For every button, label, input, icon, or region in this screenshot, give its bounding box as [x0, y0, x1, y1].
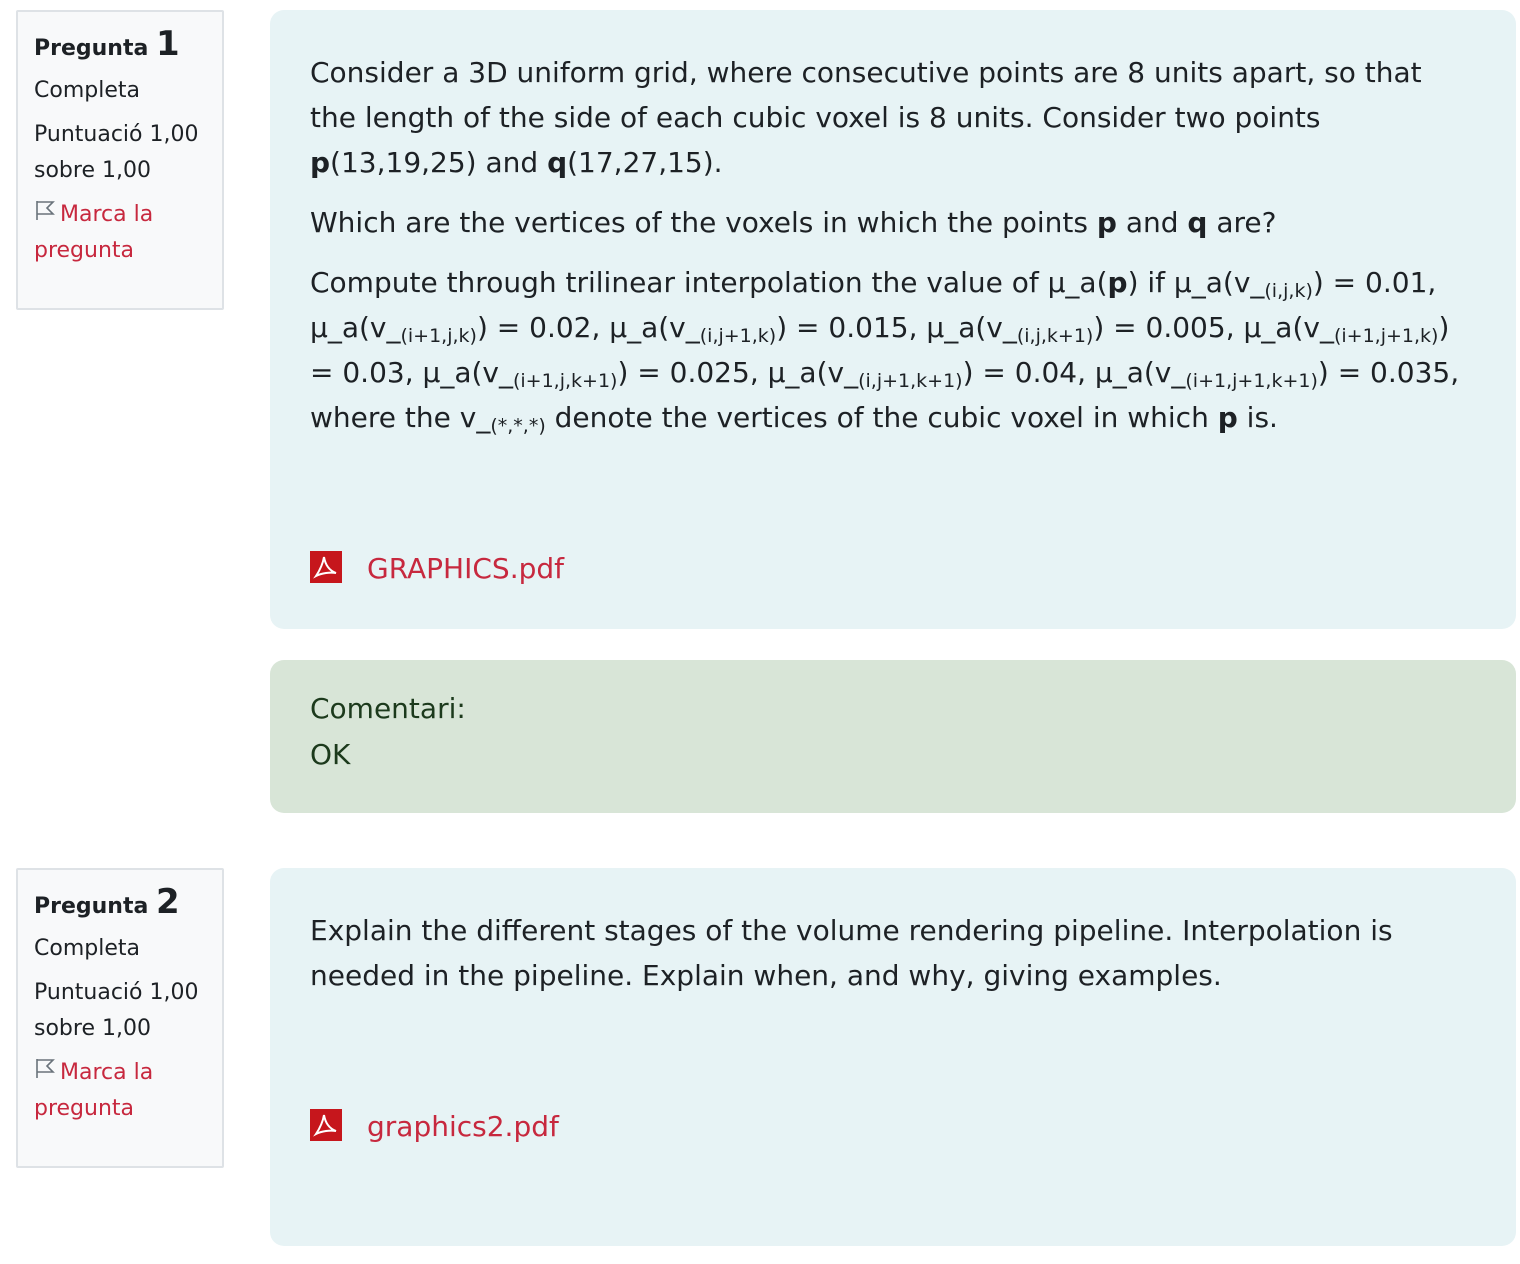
question-2-formulation: Explain the different stages of the volu… [270, 868, 1516, 1246]
question-1-state: Completa [34, 78, 140, 103]
question-1-attachment: GRAPHICS.pdf [310, 551, 564, 587]
question-1-flag-link[interactable]: Marca la pregunta [34, 197, 206, 269]
question-2-paragraph: Explain the different stages of the volu… [310, 914, 1393, 992]
question-1-paragraph-1: Consider a 3D uniform grid, where consec… [310, 56, 1422, 179]
flag-icon [34, 197, 56, 233]
pdf-icon [310, 1109, 367, 1145]
question-2-number: 2 [156, 882, 180, 922]
question-1-paragraph-3: Compute through trilinear interpolation … [310, 266, 1460, 437]
question-2-attachment: graphics2.pdf [310, 1109, 559, 1145]
question-1-paragraph-2: Which are the vertices of the voxels in … [310, 206, 1277, 239]
feedback-text: OK [310, 738, 351, 771]
question-1-text: Consider a 3D uniform grid, where consec… [310, 10, 1476, 440]
question-1-info: Pregunta 1 Completa Puntuació 1,00 sobre… [16, 10, 224, 310]
question-2-flag-link[interactable]: Marca la pregunta [34, 1055, 206, 1127]
question-1-number: 1 [156, 24, 180, 64]
question-2-title: Pregunta 2 [34, 882, 180, 922]
question-1-title: Pregunta 1 [34, 24, 180, 64]
flag-icon [34, 1055, 56, 1091]
question-1-formulation: Consider a 3D uniform grid, where consec… [270, 10, 1516, 629]
question-2-state: Completa [34, 936, 140, 961]
question-1-attachment-link[interactable]: GRAPHICS.pdf [367, 553, 564, 585]
feedback-label: Comentari: [310, 692, 466, 725]
question-1-feedback: Comentari: OK [270, 660, 1516, 813]
question-2-text: Explain the different stages of the volu… [310, 868, 1476, 998]
question-1-grade: Puntuació 1,00 sobre 1,00 [34, 122, 199, 183]
question-2-attachment-link[interactable]: graphics2.pdf [367, 1111, 559, 1143]
question-2-grade: Puntuació 1,00 sobre 1,00 [34, 980, 199, 1041]
pdf-icon [310, 551, 367, 587]
question-2-info: Pregunta 2 Completa Puntuació 1,00 sobre… [16, 868, 224, 1168]
